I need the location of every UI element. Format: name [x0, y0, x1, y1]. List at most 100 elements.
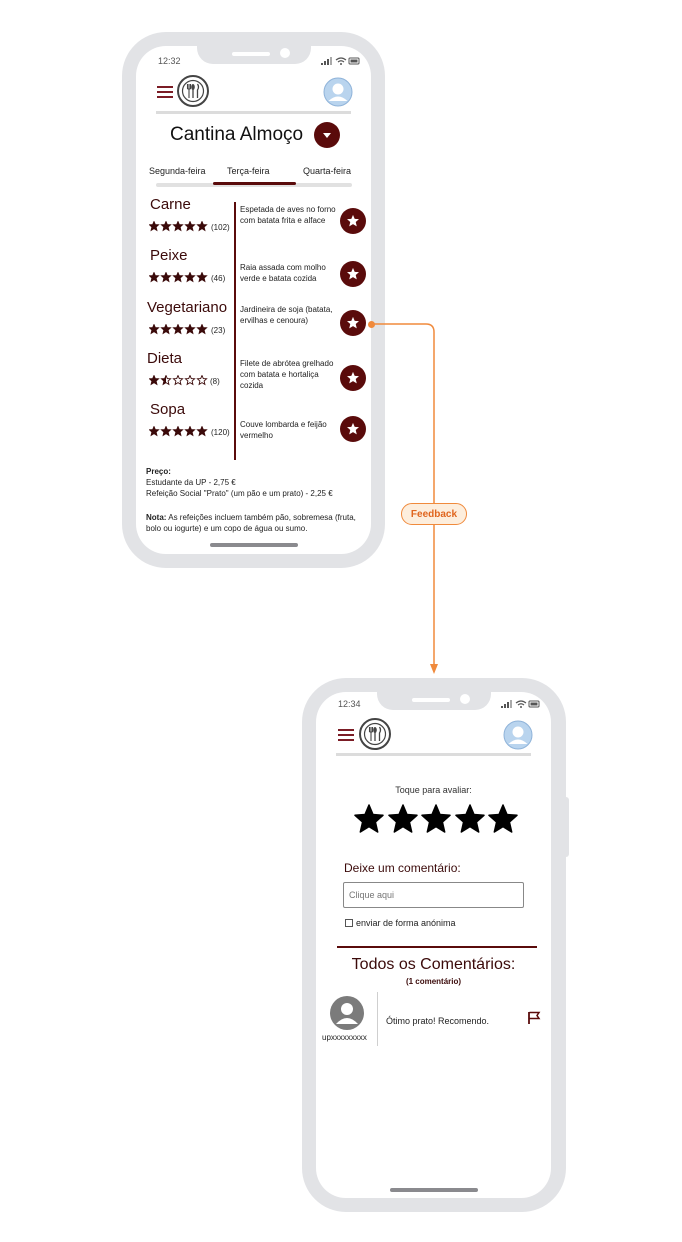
star-icon	[172, 272, 184, 283]
all-comments-title: Todos os Comentários:	[351, 956, 516, 973]
restaurant-logo-icon	[359, 718, 391, 750]
status-time: 12:34	[338, 699, 361, 709]
rate-star-icon[interactable]	[454, 804, 485, 839]
rating-count: (120)	[211, 428, 230, 437]
comment-user: upxxxxxxxxx	[322, 1033, 367, 1042]
rate-dish-button[interactable]	[340, 365, 366, 391]
star-icon	[149, 324, 160, 335]
comment-label: Deixe um comentário:	[344, 861, 461, 875]
rate-star-icon[interactable]	[387, 804, 418, 839]
star-icon	[184, 324, 196, 335]
favorite-star-icon	[347, 371, 359, 384]
feedback-screen: 12:34 Toque para avaliar: Deixe um comen…	[316, 692, 551, 1198]
avatar-icon[interactable]	[323, 77, 353, 107]
battery-icon	[528, 700, 540, 708]
rate-star-icon[interactable]	[421, 804, 451, 839]
favorite-star-icon	[347, 316, 359, 329]
menu-icon[interactable]	[338, 729, 354, 744]
phone-notch	[377, 692, 491, 710]
star-icon	[149, 375, 160, 386]
signal-icon	[321, 57, 332, 65]
avatar-icon[interactable]	[503, 720, 533, 750]
dish-description: Filete de abrótea grelhado com batata e …	[240, 359, 334, 390]
rating-stars	[149, 272, 208, 283]
rate-prompt: Toque para avaliar:	[395, 785, 472, 795]
rating-count: (23)	[211, 326, 226, 335]
rate-dish-button[interactable]	[340, 310, 366, 336]
dish-description: Espetada de aves no forno com batata fri…	[240, 205, 336, 225]
menu-category: Vegetariano	[147, 299, 228, 316]
price-line-social: Refeição Social "Prato" (um pão e um pra…	[146, 489, 333, 498]
star-icon	[184, 375, 196, 386]
price-heading: Preço:	[146, 467, 171, 476]
comments-divider	[337, 946, 537, 948]
star-icon	[160, 272, 172, 283]
note-text: As refeições incluem também pão, sobreme…	[146, 513, 356, 533]
phone-notch	[197, 46, 311, 64]
star-icon	[196, 426, 208, 437]
menu-icon[interactable]	[157, 86, 173, 101]
menu-category: Carne	[150, 196, 191, 213]
user-avatar-icon	[330, 996, 364, 1030]
tab-wednesday[interactable]: Quarta-feira	[303, 166, 351, 176]
star-icon	[196, 272, 208, 283]
menu-category: Sopa	[150, 401, 186, 418]
star-icon	[172, 221, 184, 232]
dish-description: Raia assada com molho verde e batata coz…	[240, 263, 326, 283]
rating-stars	[149, 324, 208, 335]
battery-icon	[348, 57, 360, 65]
status-icons	[501, 700, 540, 708]
flag-icon[interactable]	[527, 1011, 541, 1025]
star-icon	[172, 375, 184, 386]
star-icon	[184, 221, 196, 232]
rate-star-icon[interactable]	[488, 804, 518, 839]
rating-stars	[149, 426, 208, 437]
comment-text: Ótimo prato! Recomendo.	[386, 1016, 490, 1026]
star-icon	[184, 426, 196, 437]
dropdown-button[interactable]	[314, 122, 340, 148]
star-icon	[172, 426, 184, 437]
dish-description: Couve lombarda e feijão vermelho	[240, 420, 327, 440]
comment-input[interactable]	[343, 882, 524, 908]
star-icon	[160, 426, 172, 437]
header-divider	[156, 111, 351, 114]
note: Nota: As refeições incluem também pão, s…	[146, 512, 361, 534]
comment-item: upxxxxxxxxx Ótimo prato! Recomendo.	[316, 992, 551, 1048]
home-indicator	[390, 1188, 478, 1192]
anonymous-label: enviar de forma anónima	[356, 918, 456, 928]
rating-stars	[149, 221, 208, 232]
status-time: 12:32	[158, 56, 181, 66]
star-icon	[160, 375, 172, 386]
star-icon	[160, 324, 172, 335]
home-indicator	[210, 543, 298, 547]
header-divider	[336, 753, 531, 756]
page-title: Cantina Almoço	[170, 124, 304, 145]
menu-divider-line	[234, 202, 236, 460]
tab-monday[interactable]: Segunda-feira	[149, 166, 206, 176]
star-icon	[196, 221, 208, 232]
wifi-icon	[515, 700, 527, 708]
rating-count: (46)	[211, 274, 226, 283]
side-button	[565, 797, 569, 857]
status-icons	[321, 57, 360, 65]
rate-dish-button[interactable]	[340, 208, 366, 234]
menu-screen: 12:32 Cantina Almoço Segunda-feira Terça…	[136, 46, 371, 554]
rate-star-icon[interactable]	[354, 804, 384, 839]
rating-count: (8)	[210, 377, 220, 386]
dish-description: Jardineira de soja (batata, ervilhas e c…	[240, 305, 333, 325]
price-line-student: Estudante da UP - 2,75 €	[146, 478, 236, 487]
star-icon	[196, 324, 208, 335]
rate-dish-button[interactable]	[340, 261, 366, 287]
star-icon	[149, 426, 160, 437]
rate-dish-button[interactable]	[340, 416, 366, 442]
rating-stars	[149, 375, 208, 386]
note-label: Nota:	[146, 513, 167, 522]
tab-tuesday[interactable]: Terça-feira	[227, 166, 270, 176]
flow-connector	[374, 323, 438, 674]
menu-category: Dieta	[147, 350, 183, 367]
star-icon	[160, 221, 172, 232]
dropdown-icon	[323, 133, 331, 138]
anonymous-checkbox[interactable]	[345, 919, 353, 927]
feedback-connector-label: Feedback	[401, 503, 467, 525]
favorite-star-icon	[347, 267, 359, 280]
